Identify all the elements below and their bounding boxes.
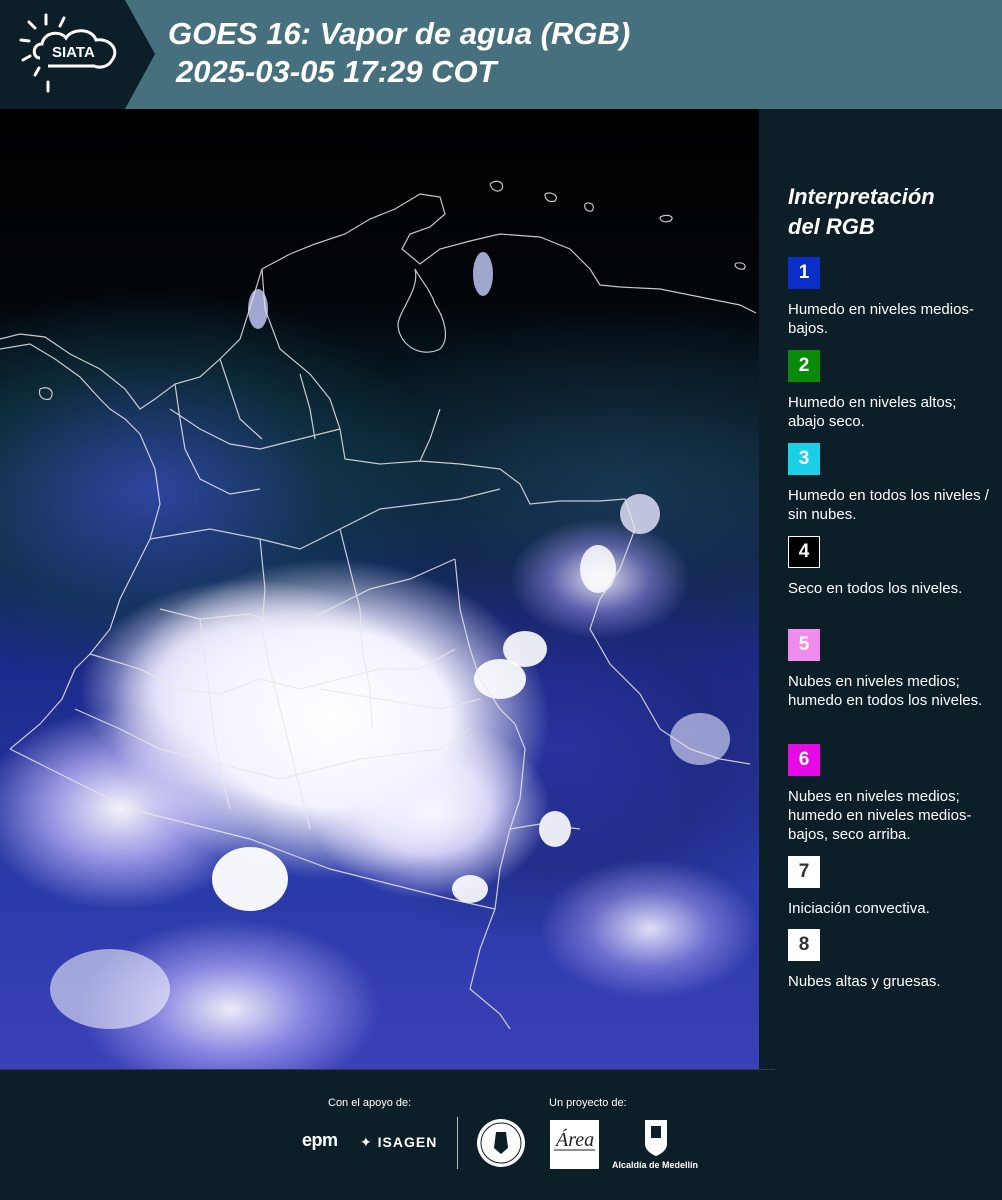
support-label: Con el apoyo de: [328,1097,412,1109]
footer-divider [0,1069,775,1070]
legend-item-6: 6 Nubes en niveles medios; humedo en niv… [788,744,994,844]
border-lines [0,180,757,1030]
legend-item-2: 2 Humedo en niveles altos; abajo seco. [788,350,994,431]
header-bar: SIATA GOES 16: Vapor de agua (RGB) 2025-… [0,0,1002,109]
legend-swatch: 4 [788,536,820,568]
alcaldia-shield-icon[interactable] [643,1118,669,1158]
legend-swatch: 2 [788,350,820,382]
legend-title-line2: del RGB [788,214,875,239]
legend-item-5: 5 Nubes en niveles medios; humedo en tod… [788,629,994,710]
legend-item-4: 4 Seco en todos los niveles. [788,536,994,598]
satellite-map[interactable] [0,109,759,1070]
legend-label: Humedo en todos los niveles / sin nubes. [788,487,989,523]
legend-title-line1: Interpretación [788,184,935,209]
svg-text:Área: Área [554,1128,594,1151]
page-title: GOES 16: Vapor de agua (RGB) [168,16,631,51]
area-metropolitana-icon: Área [554,1128,595,1151]
epm-logo[interactable]: epm [302,1130,338,1151]
legend-item-7: 7 Iniciación convectiva. [788,856,994,918]
country-borders-overlay [0,180,757,1030]
project-label: Un proyecto de: [549,1097,627,1109]
legend-label: Seco en todos los niveles. [788,580,963,597]
legend-item-8: 8 Nubes altas y gruesas. [788,929,994,991]
legend-swatch: 7 [788,856,820,888]
isagen-text: ISAGEN [377,1134,438,1150]
area-metropolitana-logo[interactable]: Área [550,1120,599,1169]
siata-logo[interactable]: SIATA [0,0,155,109]
siata-logo-text: SIATA [52,44,95,61]
legend-swatch: 6 [788,744,820,776]
legend-label: Nubes altas y gruesas. [788,973,941,990]
legend-label: Nubes en niveles medios; humedo en todos… [788,673,983,709]
legend-swatch: 8 [788,929,820,961]
isagen-logo[interactable]: ✦ ISAGEN [360,1134,437,1151]
isagen-icon: ✦ [360,1134,378,1150]
university-seal-icon[interactable] [476,1118,526,1168]
legend-label: Humedo en niveles altos; abajo seco. [788,394,957,430]
legend-swatch: 1 [788,257,820,289]
timestamp: 2025-03-05 17:29 COT [176,54,497,89]
legend-item-3: 3 Humedo en todos los niveles / sin nube… [788,443,994,524]
cloud-features [50,252,730,1029]
legend-title: Interpretación del RGB [788,182,935,242]
legend-swatch: 3 [788,443,820,475]
legend-label: Humedo en niveles medios-bajos. [788,301,974,337]
legend-label: Iniciación convectiva. [788,900,930,917]
legend-item-1: 1 Humedo en niveles medios-bajos. [788,257,994,338]
legend-label: Nubes en niveles medios; humedo en nivel… [788,788,972,843]
legend-swatch: 5 [788,629,820,661]
alcaldia-label: Alcaldía de Medellín [612,1160,699,1170]
footer-separator [457,1117,458,1169]
